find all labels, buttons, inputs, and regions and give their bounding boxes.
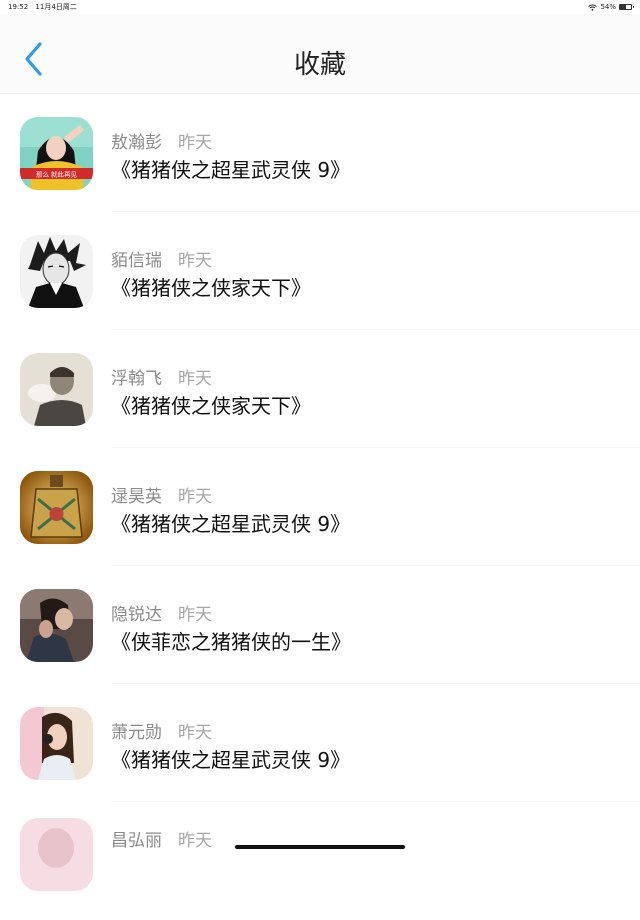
battery-percent: 54%	[600, 3, 616, 11]
item-title: 《猪猪侠之超星武灵侠 9》	[111, 158, 351, 182]
timestamp: 昨天	[178, 831, 212, 851]
battery-icon	[619, 4, 634, 10]
status-bar: 19:52 11月4日周二 54%	[0, 0, 640, 14]
user-name: 隐锐达	[111, 605, 162, 625]
favorite-item[interactable]: 逯昊英 昨天 《猪猪侠之超星武灵侠 9》	[0, 448, 640, 566]
timestamp: 昨天	[178, 487, 212, 507]
avatar	[20, 589, 93, 662]
user-name: 浮翰飞	[111, 369, 162, 389]
avatar: 那么 就此再见	[20, 117, 93, 190]
status-date: 11月4日周二	[35, 3, 77, 11]
favorites-list: 那么 就此再见 敖瀚彭 昨天 《猪猪侠之超星武灵侠 9》 貊信瑞 昨天 《猪猪侠之侠…	[0, 94, 640, 920]
avatar	[20, 818, 93, 891]
item-title: 《猪猪侠之侠家天下》	[111, 276, 311, 300]
item-title: 《侠菲恋之猪猪侠的一生》	[111, 630, 351, 654]
favorite-item[interactable]: 昌弘丽 昨天	[0, 802, 640, 920]
status-right: 54%	[588, 3, 634, 11]
timestamp: 昨天	[178, 251, 212, 271]
item-title: 《猪猪侠之超星武灵侠 9》	[111, 512, 351, 536]
user-name: 昌弘丽	[111, 831, 162, 851]
user-name: 貊信瑞	[111, 251, 162, 271]
favorite-item[interactable]: 隐锐达 昨天 《侠菲恋之猪猪侠的一生》	[0, 566, 640, 684]
favorite-item[interactable]: 浮翰飞 昨天 《猪猪侠之侠家天下》	[0, 330, 640, 448]
timestamp: 昨天	[178, 369, 212, 389]
avatar	[20, 471, 93, 544]
user-name: 萧元勋	[111, 723, 162, 743]
user-name: 逯昊英	[111, 487, 162, 507]
avatar	[20, 353, 93, 426]
item-title: 《猪猪侠之侠家天下》	[111, 394, 311, 418]
favorite-item[interactable]: 那么 就此再见 敖瀚彭 昨天 《猪猪侠之超星武灵侠 9》	[0, 94, 640, 212]
favorite-item[interactable]: 貊信瑞 昨天 《猪猪侠之侠家天下》	[0, 212, 640, 330]
avatar	[20, 235, 93, 308]
status-time: 19:52	[8, 3, 29, 11]
avatar-caption: 那么 就此再见	[36, 170, 78, 179]
status-left: 19:52 11月4日周二	[8, 2, 82, 12]
page-title: 收藏	[293, 50, 346, 80]
home-indicator	[235, 845, 405, 849]
wifi-icon	[588, 3, 598, 11]
user-name: 敖瀚彭	[111, 133, 162, 153]
navigation-bar: 收藏	[0, 14, 640, 94]
timestamp: 昨天	[178, 723, 212, 743]
item-title: 《猪猪侠之超星武灵侠 9》	[111, 748, 351, 772]
timestamp: 昨天	[178, 133, 212, 153]
timestamp: 昨天	[178, 605, 212, 625]
favorite-item[interactable]: 萧元勋 昨天 《猪猪侠之超星武灵侠 9》	[0, 684, 640, 802]
avatar	[20, 707, 93, 780]
